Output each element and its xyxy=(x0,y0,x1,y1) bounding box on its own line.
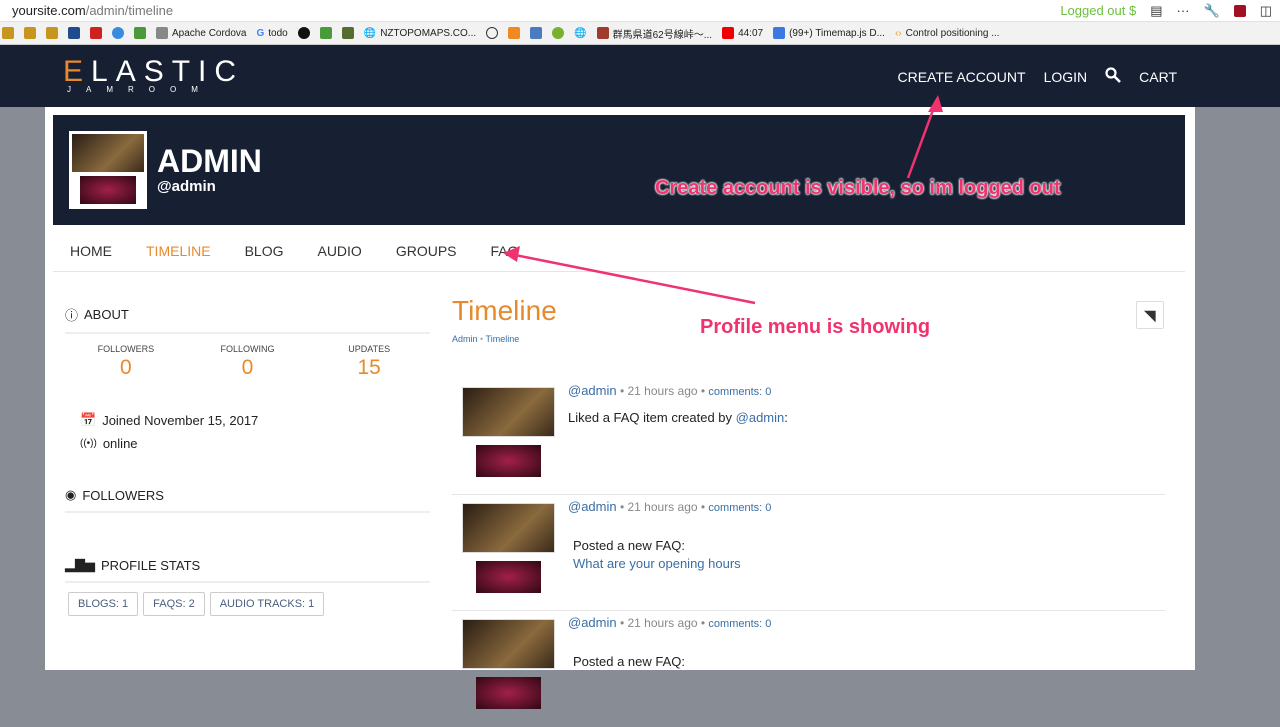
bookmark-icon[interactable] xyxy=(112,27,124,39)
about-heading: ⓘ ABOUT xyxy=(65,305,430,334)
bookmark-icon[interactable] xyxy=(319,27,332,39)
bookmark-icon[interactable] xyxy=(90,27,102,39)
stat-following[interactable]: FOLLOWING 0 xyxy=(187,344,309,380)
profile-menu: HOME TIMELINE BLOG AUDIO GROUPS FAQ xyxy=(70,243,519,259)
broadcast-icon: ((•)) xyxy=(80,438,97,449)
bookmark-timemap[interactable]: (99+) Timemap.js D... xyxy=(773,27,885,39)
timeline-item: @admin • 21 hours ago • comments: 0 Post… xyxy=(452,495,1165,611)
item-user[interactable]: @admin xyxy=(568,383,617,398)
profile-counts: FOLLOWERS 0 FOLLOWING 0 UPDATES 15 xyxy=(65,344,430,380)
extension-status[interactable]: Logged out $ xyxy=(1060,3,1136,18)
bookmark-icon[interactable] xyxy=(24,27,36,39)
globe-icon[interactable]: 🌐 xyxy=(574,28,586,39)
breadcrumb: Admin • Timeline xyxy=(452,334,520,344)
annotation-logged-out: Create account is visible, so im logged … xyxy=(655,177,1061,199)
bookmarks-bar: Apache Cordova Gtodo 🌐 NZTOPOMAPS.CO... 🌐… xyxy=(0,22,1280,45)
bookmark-control[interactable]: ‹› Control positioning ... xyxy=(895,28,1000,39)
breadcrumb-timeline[interactable]: Timeline xyxy=(486,334,520,344)
sidebar-icon[interactable]: ◫ xyxy=(1260,3,1272,19)
tab-timeline[interactable]: TIMELINE xyxy=(146,243,211,259)
bookmark-icon[interactable] xyxy=(341,27,354,39)
bookmark-nztopomaps[interactable]: 🌐 NZTOPOMAPS.CO... xyxy=(364,28,476,39)
bookmark-icon[interactable] xyxy=(134,27,146,39)
globe-icon: 🌐 xyxy=(363,27,377,39)
bar-chart-icon: ▂▇▅ xyxy=(65,557,95,572)
info-icon: ⓘ xyxy=(65,308,79,323)
timeline-item: @admin • 21 hours ago • comments: 0 Post… xyxy=(452,611,1165,727)
profile-banner: ADMIN @admin xyxy=(53,115,1185,225)
online-status: ((•)) online xyxy=(80,436,138,451)
profile-handle: @admin xyxy=(157,178,216,195)
item-user[interactable]: @admin xyxy=(568,499,617,514)
item-thumbnail[interactable] xyxy=(462,387,555,482)
bookmark-cordova[interactable]: Apache Cordova xyxy=(156,27,247,39)
audio-tracks-count-button[interactable]: AUDIO TRACKS: 1 xyxy=(209,592,325,616)
stat-followers[interactable]: FOLLOWERS 0 xyxy=(65,344,187,380)
bookmark-icon[interactable] xyxy=(46,27,58,39)
wrench-icon[interactable]: 🔧 xyxy=(1204,3,1220,19)
bookmark-icon[interactable] xyxy=(297,27,310,39)
bookmark-icon[interactable] xyxy=(486,27,499,39)
timeline-item: @admin • 21 hours ago • comments: 0 Like… xyxy=(452,379,1165,495)
rss-button[interactable]: ◥ xyxy=(1136,301,1164,329)
tab-groups[interactable]: GROUPS xyxy=(396,243,457,259)
item-link[interactable]: @admin xyxy=(736,410,785,425)
breadcrumb-admin[interactable]: Admin xyxy=(452,334,478,344)
tab-audio[interactable]: AUDIO xyxy=(317,243,361,259)
bookmark-japanese[interactable]: 群馬県道62号線峠〜... xyxy=(596,26,712,41)
page-title: Timeline xyxy=(452,295,557,326)
ublock-icon[interactable] xyxy=(1233,4,1246,17)
item-comments[interactable]: comments: 0 xyxy=(708,502,771,514)
calendar-icon: 📅 xyxy=(80,412,97,427)
item-thumbnail[interactable] xyxy=(462,503,555,598)
bookmark-icon[interactable] xyxy=(552,27,565,39)
faqs-count-button[interactable]: FAQS: 2 xyxy=(143,592,205,616)
tab-blog[interactable]: BLOG xyxy=(245,243,284,259)
address-bar[interactable]: yoursite.com/admin/timeline Logged out $… xyxy=(0,0,1280,22)
cart-link[interactable]: CART xyxy=(1139,69,1177,85)
divider xyxy=(53,271,1185,272)
bookmark-icon[interactable] xyxy=(530,27,543,39)
bookmark-icon[interactable] xyxy=(68,27,80,39)
item-comments[interactable]: comments: 0 xyxy=(708,618,771,630)
more-icon[interactable]: ··· xyxy=(1177,3,1190,18)
profile-stats-heading: ▂▇▅ PROFILE STATS xyxy=(65,557,430,583)
bookmark-youtube[interactable]: 44:07 xyxy=(722,27,763,39)
create-account-link[interactable]: CREATE ACCOUNT xyxy=(897,69,1025,85)
profile-name: ADMIN xyxy=(157,143,262,179)
blogs-count-button[interactable]: BLOGS: 1 xyxy=(68,592,139,616)
profile-avatar[interactable] xyxy=(69,131,147,209)
item-comments[interactable]: comments: 0 xyxy=(708,386,771,398)
search-icon[interactable] xyxy=(1105,67,1122,86)
stat-updates[interactable]: UPDATES 15 xyxy=(308,344,430,380)
tab-home[interactable]: HOME xyxy=(70,243,112,259)
item-link[interactable]: What are your opening hours xyxy=(573,556,741,571)
joined-date: 📅 Joined November 15, 2017 xyxy=(80,412,259,428)
annotation-profile-menu: Profile menu is showing xyxy=(700,316,931,338)
login-link[interactable]: LOGIN xyxy=(1044,69,1088,85)
bookmark-todo[interactable]: Gtodo xyxy=(257,28,288,39)
followers-heading: ◉ FOLLOWERS xyxy=(65,487,430,513)
site-logo[interactable]: ELASTIC JAMROOM xyxy=(63,55,244,94)
item-user[interactable]: @admin xyxy=(568,615,617,630)
bookmark-icon[interactable] xyxy=(508,27,521,39)
group-icon: ◉ xyxy=(65,487,77,502)
tab-faq[interactable]: FAQ xyxy=(491,243,519,259)
bookmark-icon[interactable] xyxy=(2,27,14,39)
rss-icon: ◥ xyxy=(1144,306,1156,323)
item-thumbnail[interactable] xyxy=(462,619,555,714)
site-header: ELASTIC JAMROOM CREATE ACCOUNT LOGIN CAR… xyxy=(0,45,1280,107)
url-text[interactable]: yoursite.com/admin/timeline xyxy=(12,3,173,18)
reader-icon[interactable]: ▤ xyxy=(1150,3,1162,19)
